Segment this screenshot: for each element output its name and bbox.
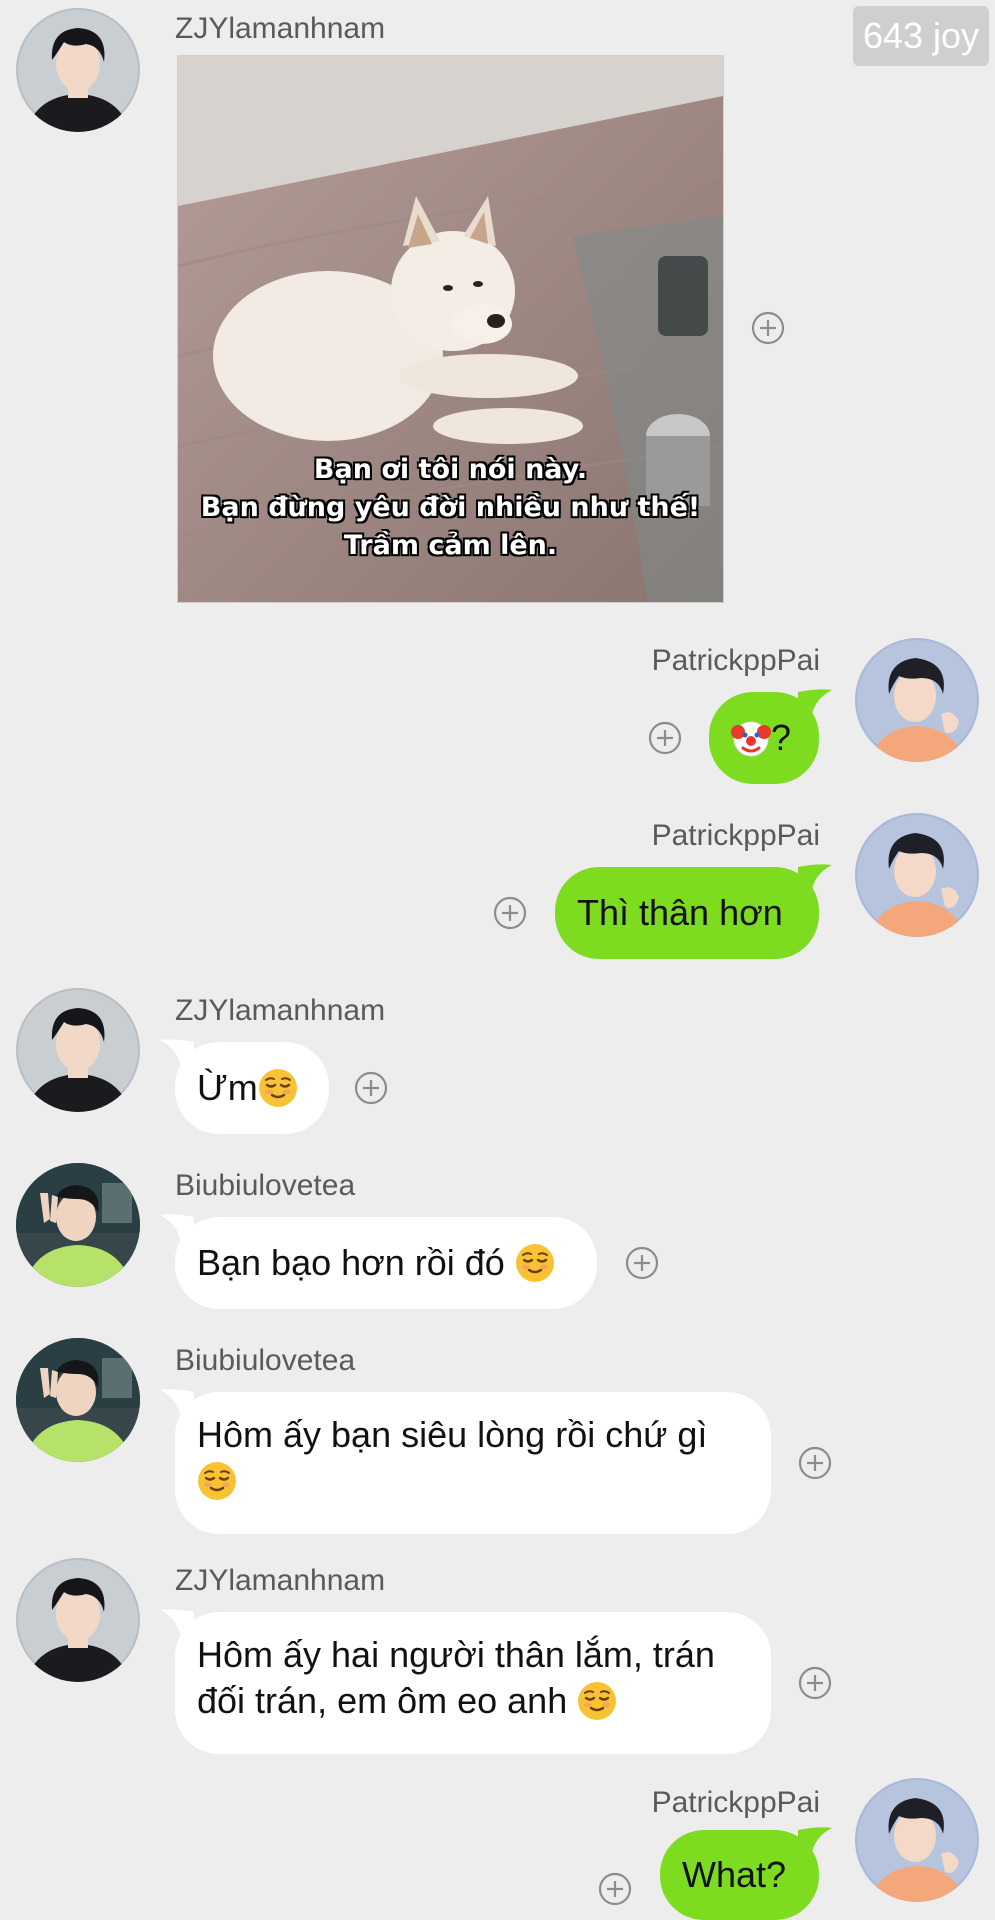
username: ZJYlamanhnam [175,994,386,1027]
plus-circle-icon[interactable] [493,896,527,930]
plus-circle-icon[interactable] [598,1872,632,1906]
message-bubble[interactable]: What? [660,1830,819,1920]
message-text: Ừm [197,1067,258,1108]
avatar-biubiulovetea[interactable] [16,1338,140,1462]
relieved-face-emoji [515,1243,555,1283]
avatar-zjylamanhnam[interactable] [16,8,140,132]
message-bubble[interactable]: ? [709,692,819,784]
relieved-face-emoji [258,1068,298,1108]
meme-caption-line: Bạn đừng yêu đời nhiều như thế! [200,492,701,523]
avatar-patrickpppai[interactable] [855,638,979,762]
message-row: Biubiulovetea Bạn bạo hơn rồi đó [0,1155,995,1315]
message-bubble[interactable]: Bạn bạo hơn rồi đó [175,1217,597,1309]
avatar-patrickpppai[interactable] [855,1778,979,1902]
avatar-zjylamanhnam[interactable] [16,988,140,1112]
message-row: ZJYlamanhnam Bạn ơi tôi nói này. Bạn đừn… [0,0,995,610]
message-bubble[interactable]: Ừm [175,1042,329,1134]
plus-circle-icon[interactable] [798,1446,832,1480]
plus-circle-icon[interactable] [625,1246,659,1280]
message-row: PatrickppPai ? [0,630,995,790]
meme-caption-line: Bạn ơi tôi nói này. [313,454,588,485]
username: Biubiulovetea [175,1344,356,1377]
plus-circle-icon[interactable] [354,1071,388,1105]
message-bubble[interactable]: Hôm ấy bạn siêu lòng rồi chứ gì [175,1392,771,1534]
message-text: đối trán, em ôm eo anh [197,1680,578,1721]
username: ZJYlamanhnam [175,1564,386,1597]
message-row: ZJYlamanhnam Hôm ấy hai người thân lắm, … [0,1550,995,1754]
message-text: ? [771,717,792,758]
message-bubble[interactable]: Hôm ấy hai người thân lắm, trán đối trán… [175,1612,771,1754]
meme-image[interactable]: Bạn ơi tôi nói này. Bạn đừng yêu đời nhi… [177,55,724,603]
message-text: Bạn bạo hơn rồi đó [197,1242,515,1283]
avatar-patrickpppai[interactable] [855,813,979,937]
relieved-face-emoji [197,1461,237,1501]
avatar-biubiulovetea[interactable] [16,1163,140,1287]
message-text: Hôm ấy bạn siêu lòng rồi chứ gì [197,1414,708,1455]
message-row: PatrickppPai What? [0,1772,995,1920]
username: ZJYlamanhnam [175,12,386,45]
message-text: Hôm ấy hai người thân lắm, trán [197,1634,715,1675]
message-row: Biubiulovetea Hôm ấy bạn siêu lòng rồi c… [0,1330,995,1534]
username: Biubiulovetea [175,1169,356,1202]
message-text: What? [682,1854,787,1895]
meme-caption-line: Trầm cảm lên. [343,530,558,561]
username: PatrickppPai [651,644,820,677]
clown-face-emoji [731,718,771,758]
username: PatrickppPai [651,819,820,852]
message-row: PatrickppPai Thì thân hơn [0,805,995,965]
message-text: Thì thân hơn [577,892,783,933]
plus-circle-icon[interactable] [751,311,785,345]
plus-circle-icon[interactable] [798,1666,832,1700]
message-bubble[interactable]: Thì thân hơn [555,867,819,959]
username: PatrickppPai [651,1786,820,1819]
message-row: ZJYlamanhnam Ừm [0,980,995,1140]
plus-circle-icon[interactable] [648,721,682,755]
avatar-zjylamanhnam[interactable] [16,1558,140,1682]
relieved-face-emoji [577,1681,617,1721]
